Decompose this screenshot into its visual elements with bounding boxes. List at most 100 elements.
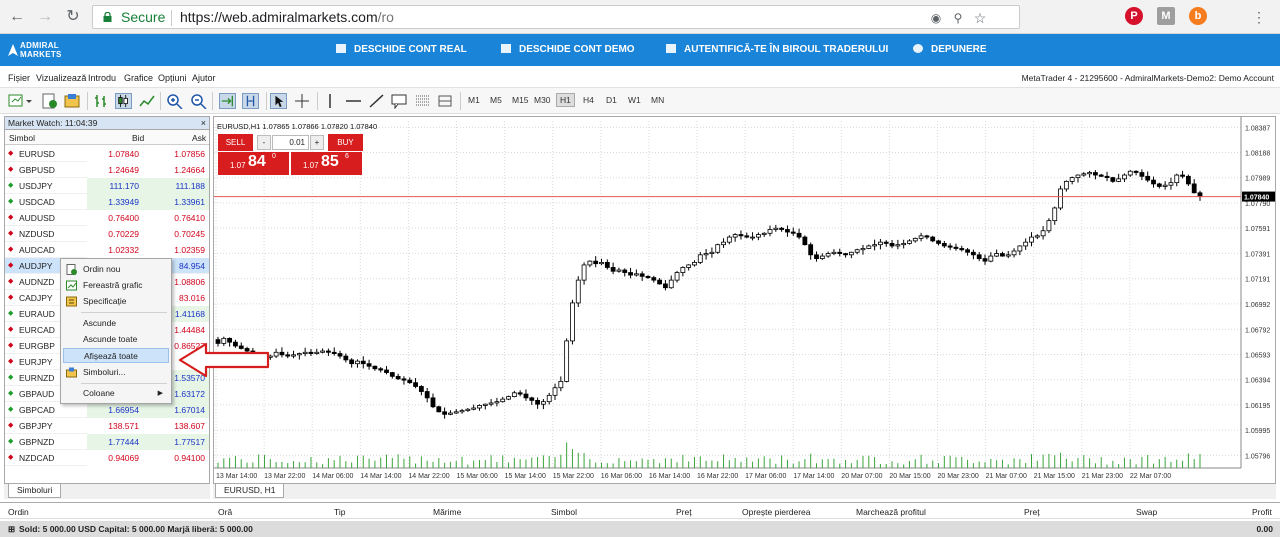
ctx-columns[interactable]: Coloane ▶ [63,386,169,401]
sell-price-button[interactable]: 1.07 84 0 [218,152,289,175]
timeframe-m5[interactable]: M5 [490,95,502,109]
menu-view[interactable]: Vizualizează [36,73,86,83]
timeframe-m30[interactable]: M30 [534,95,551,109]
fibonacci-icon[interactable] [414,93,431,109]
close-icon[interactable]: × [201,117,206,129]
auto-scroll-icon[interactable] [219,93,236,109]
candlestick-icon[interactable] [115,93,132,109]
nav-deposit[interactable]: DEPUNERE [913,44,987,55]
col-price-current[interactable]: Preț [1024,507,1040,517]
translate-icon[interactable]: ◉ [929,11,943,25]
symbol-row[interactable]: ◆ USDCAD 1.33949 1.33961 [5,194,209,210]
ctx-chart-window[interactable]: Fereastră grafic [63,278,169,293]
zoom-out-icon[interactable] [190,93,207,109]
profiles-icon[interactable] [41,93,58,109]
menu-insert[interactable]: Introdu [88,73,116,83]
col-type[interactable]: Tip [334,507,346,517]
symbol-row[interactable]: ◆ GBPNZD 1.77444 1.77517 [5,434,209,450]
candle-body [1087,172,1092,175]
symbol-row[interactable]: ◆ GBPJPY 138.571 138.607 [5,418,209,434]
trendline-icon[interactable] [368,93,385,109]
buy-button[interactable]: BUY [328,134,363,151]
text-label-icon[interactable] [391,93,408,109]
symbol-row[interactable]: ◆ NZDCAD 0.94069 0.94100 [5,450,209,466]
symbol-row[interactable]: ◆ GBPCAD 1.66954 1.67014 [5,402,209,418]
col-price[interactable]: Preț [676,507,692,517]
col-symbol[interactable]: Simbol [551,507,577,517]
timeframe-h1[interactable]: H1 [556,93,575,107]
url-text[interactable]: https://web.admiralmarkets.com/ro [180,9,394,25]
bar-chart-icon[interactable] [93,93,110,109]
b-icon[interactable]: b [1189,7,1207,25]
zoom-in-icon[interactable] [166,93,183,109]
chart-shift-icon[interactable] [242,93,259,109]
symbol-row[interactable]: ◆ USDJPY 111.170 111.188 [5,178,209,194]
lot-increase-button[interactable]: + [310,135,324,150]
cursor-icon[interactable] [270,93,287,109]
nav-trader-login[interactable]: AUTENTIFICĂ-TE ÎN BIROUL TRADERULUI [666,44,888,55]
menu-help[interactable]: Ajutor [192,73,216,83]
symbol-row[interactable]: ◆ AUDUSD 0.76400 0.76410 [5,210,209,226]
ctx-hide-all[interactable]: Ascunde toate [63,332,169,347]
col-order[interactable]: Ordin [8,507,29,517]
market-watch-icon[interactable] [64,93,81,109]
col-swap[interactable]: Swap [1136,507,1157,517]
nav-open-demo-account[interactable]: DESCHIDE CONT DEMO [501,44,635,55]
symbol-row[interactable]: ◆ EURUSD 1.07840 1.07856 [5,146,209,162]
col-size[interactable]: Mărime [433,507,461,517]
col-stop-loss[interactable]: Oprește pierderea [742,507,811,517]
vertical-line-icon[interactable] [322,93,339,109]
menu-charts[interactable]: Grafice [124,73,153,83]
reload-icon[interactable]: ↻ [62,6,84,28]
objects-icon[interactable] [437,93,454,109]
tab-symbols[interactable]: Simboluri [8,484,62,498]
ctx-show-all[interactable]: Afișează toate [63,348,169,363]
sell-button[interactable]: SELL [218,134,253,151]
col-bid-header[interactable]: Bid [132,133,144,143]
ctx-symbols[interactable]: Simboluri... [63,365,169,380]
ctx-specification[interactable]: Specificație [63,294,169,309]
bookmark-star-icon[interactable]: ☆ [973,11,987,25]
symbol-row[interactable]: ◆ NZDUSD 0.70229 0.70245 [5,226,209,242]
timeframe-d1[interactable]: D1 [606,95,617,109]
address-bar[interactable]: Secure https://web.admiralmarkets.com/ro… [92,5,1020,29]
forward-icon[interactable]: → [34,6,56,28]
lot-size-input[interactable]: 0.01 [272,135,309,150]
buy-price-button[interactable]: 1.07 85 6 [291,152,362,175]
back-icon[interactable]: ← [6,6,28,28]
ask-value: 111.188 [175,181,205,191]
col-profit[interactable]: Profit [1252,507,1272,517]
col-symbol-header[interactable]: Simbol [9,133,35,143]
price-chart[interactable]: 13 Mar 14:00 13 Mar 22:00 14 Mar 06:00 14 M… [214,117,1275,483]
horizontal-line-icon[interactable] [345,93,362,109]
timeframe-mn[interactable]: MN [651,95,664,109]
col-ask-header[interactable]: Ask [192,133,206,143]
timeframe-w1[interactable]: W1 [628,95,641,109]
crosshair-icon[interactable] [294,93,311,109]
collapse-icon[interactable]: ⊞ [8,524,15,535]
timeframe-m1[interactable]: M1 [468,95,480,109]
tab-eurusd-h1[interactable]: EURUSD, H1 [215,484,285,498]
chart-window[interactable]: 13 Mar 14:00 13 Mar 22:00 14 Mar 06:00 14 M… [213,116,1276,499]
timeframe-m15[interactable]: M15 [512,95,529,109]
new-chart-icon[interactable] [8,93,32,109]
ctx-hide[interactable]: Ascunde [63,316,169,331]
timeframe-h4[interactable]: H4 [583,95,594,109]
admiral-logo[interactable]: ADMIRAL MARKETS [8,41,78,61]
symbol-row[interactable]: ◆ AUDCAD 1.02332 1.02359 [5,242,209,258]
location-icon[interactable]: ⚲ [951,11,965,25]
symbol-row[interactable]: ◆ GBPUSD 1.24649 1.24664 [5,162,209,178]
candle-body [814,254,819,260]
mail-icon[interactable]: M [1157,7,1175,25]
menu-options[interactable]: Opțiuni [158,73,187,83]
lot-decrease-button[interactable]: - [257,135,271,150]
pinterest-icon[interactable]: P [1125,7,1143,25]
col-take-profit[interactable]: Marchează profitul [856,507,926,517]
menu-file[interactable]: Fișier [8,73,30,83]
nav-open-real-account[interactable]: DESCHIDE CONT REAL [336,44,467,55]
menu-icon[interactable]: ⋮ [1248,6,1270,28]
col-time[interactable]: Oră [218,507,232,517]
symbol-name: USDCAD [19,197,55,207]
ctx-new-order[interactable]: Ordin nou [63,262,169,277]
line-chart-icon[interactable] [139,93,156,109]
